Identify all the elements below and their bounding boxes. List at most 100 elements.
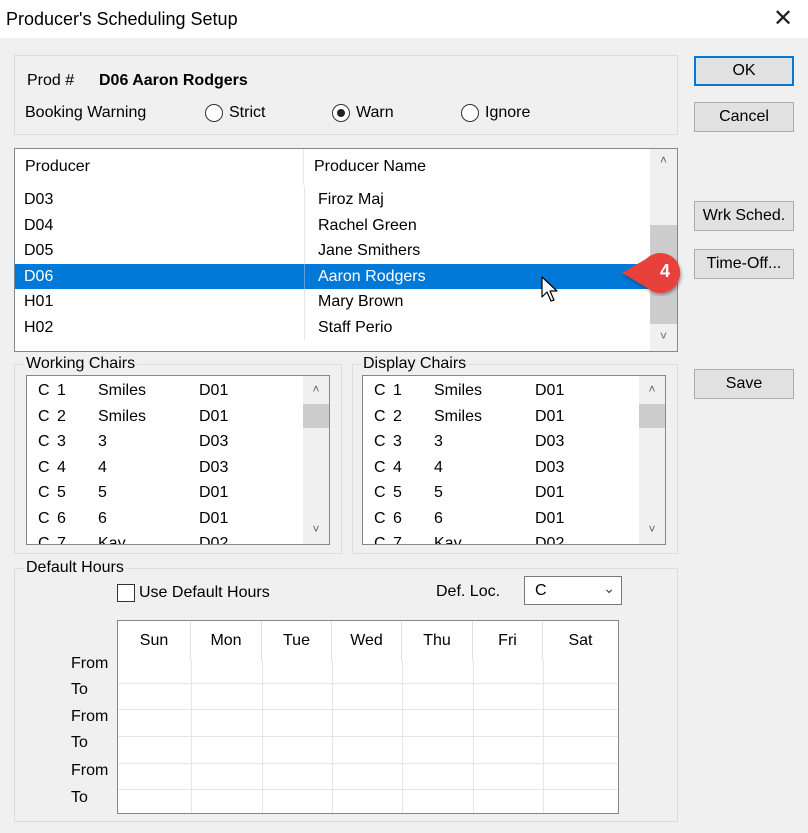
- chair-name: Smiles: [434, 407, 483, 425]
- producer-list[interactable]: Producer Producer Name D03 Firoz Maj D04…: [14, 148, 678, 352]
- table-row[interactable]: D05 Jane Smithers: [15, 238, 648, 264]
- list-item[interactable]: C 2 Smiles D01: [27, 404, 303, 430]
- list-item[interactable]: C 1 Smiles D01: [27, 378, 303, 404]
- list-item[interactable]: C 5 5 D01: [363, 480, 639, 506]
- radio-strict[interactable]: Strict: [205, 104, 265, 122]
- list-item[interactable]: C 3 3 D03: [27, 429, 303, 455]
- list-item[interactable]: C 6 6 D01: [363, 506, 639, 532]
- close-icon[interactable]: ✕: [768, 4, 798, 34]
- chair-name: Smiles: [434, 382, 483, 399]
- def-loc-select[interactable]: C ⌄: [524, 576, 622, 605]
- list-item[interactable]: C 3 3 D03: [363, 429, 639, 455]
- radio-warn[interactable]: Warn: [332, 104, 394, 122]
- chair-producer: D01: [535, 484, 565, 501]
- day-header-sun: Sun: [118, 621, 191, 661]
- chair-name: 4: [434, 458, 443, 476]
- chair-name: 5: [98, 484, 107, 501]
- column-producer[interactable]: Producer: [15, 149, 304, 185]
- chair-name: 6: [434, 509, 443, 527]
- time-off-button[interactable]: Time-Off...: [694, 249, 794, 279]
- chair-name: 5: [434, 484, 443, 501]
- use-default-hours-box[interactable]: [117, 584, 135, 602]
- table-row[interactable]: D04 Rachel Green: [15, 212, 648, 238]
- chevron-down-icon[interactable]: ⌄: [603, 580, 615, 597]
- chair-producer: D03: [199, 458, 229, 476]
- grid-col-divider: [473, 661, 474, 813]
- list-item[interactable]: C 4 4 D03: [27, 455, 303, 481]
- radio-warn-circle[interactable]: [332, 104, 350, 122]
- chair-producer: D01: [199, 509, 229, 527]
- grid-col-divider: [332, 661, 333, 813]
- table-row[interactable]: H02 Staff Perio: [15, 314, 648, 340]
- use-default-hours-checkbox[interactable]: Use Default Hours: [117, 584, 270, 602]
- grid-col-divider: [543, 661, 544, 813]
- scroll-down-icon[interactable]: ˅: [639, 522, 665, 536]
- radio-warn-label: Warn: [356, 104, 394, 121]
- scroll-thumb[interactable]: [639, 404, 665, 428]
- cancel-button[interactable]: Cancel: [694, 102, 794, 132]
- chair-code: C: [374, 484, 386, 501]
- chair-number: 1: [57, 382, 66, 399]
- scroll-down-icon[interactable]: ˅: [303, 522, 329, 536]
- chair-name: 6: [98, 509, 107, 527]
- radio-ignore-circle[interactable]: [461, 104, 479, 122]
- producer-list-scrollbar[interactable]: ˄ ˅: [650, 149, 677, 351]
- ok-button[interactable]: OK: [694, 56, 794, 86]
- list-item[interactable]: C 1 Smiles D01: [363, 378, 639, 404]
- producer-name-cell: Jane Smithers: [304, 238, 648, 264]
- chair-number: 5: [57, 484, 66, 501]
- wrk-sched-button[interactable]: Wrk Sched.: [694, 201, 794, 231]
- scroll-down-icon[interactable]: ˅: [650, 329, 677, 343]
- row-label-to: To: [71, 789, 88, 806]
- save-button[interactable]: Save: [694, 369, 794, 399]
- producer-id-cell: D03: [24, 191, 54, 208]
- working-chairs-scrollbar[interactable]: ˄ ˅: [303, 376, 329, 544]
- list-item[interactable]: C 2 Smiles D01: [363, 404, 639, 430]
- title-bar: Producer's Scheduling Setup ✕: [0, 0, 808, 38]
- radio-strict-label: Strict: [229, 104, 266, 121]
- chair-producer: D03: [535, 433, 565, 450]
- mouse-cursor-icon: [541, 276, 558, 302]
- chair-number: 3: [57, 433, 66, 450]
- chair-number: 1: [393, 382, 402, 399]
- list-item[interactable]: C 7 Kay D02: [27, 531, 303, 545]
- list-item[interactable]: C 6 6 D01: [27, 506, 303, 532]
- booking-warning-label: Booking Warning: [25, 104, 147, 121]
- day-header-thu: Thu: [402, 621, 473, 661]
- use-default-hours-label: Use Default Hours: [139, 584, 270, 601]
- day-header-wed: Wed: [332, 621, 402, 661]
- producer-name-cell: Aaron Rodgers: [304, 263, 648, 289]
- list-item[interactable]: C 4 4 D03: [363, 455, 639, 481]
- chair-code: C: [374, 382, 386, 399]
- chair-code: C: [38, 407, 50, 425]
- radio-strict-circle[interactable]: [205, 104, 223, 122]
- chair-code: C: [374, 433, 386, 450]
- table-row[interactable]: D03 Firoz Maj: [15, 187, 648, 213]
- chair-producer: D02: [199, 535, 229, 545]
- radio-ignore[interactable]: Ignore: [461, 104, 530, 122]
- scroll-thumb[interactable]: [303, 404, 329, 428]
- row-label-from: From: [71, 762, 109, 779]
- scroll-up-icon[interactable]: ˄: [639, 382, 665, 396]
- chair-number: 6: [393, 509, 402, 527]
- list-item[interactable]: C 7 Kay D02: [363, 531, 639, 544]
- chair-number: 2: [393, 407, 402, 425]
- column-producer-name[interactable]: Producer Name: [304, 149, 650, 185]
- chair-code: C: [374, 458, 386, 476]
- chair-code: C: [38, 509, 50, 527]
- chair-number: 3: [393, 433, 402, 450]
- chair-producer: D03: [535, 458, 565, 476]
- default-hours-grid[interactable]: Sun Mon Tue Wed Thu Fri Sat: [117, 620, 619, 814]
- scroll-up-icon[interactable]: ˄: [303, 382, 329, 396]
- grid-col-divider: [402, 661, 403, 813]
- row-label-to: To: [71, 734, 88, 751]
- scroll-up-icon[interactable]: ˄: [650, 153, 677, 167]
- display-chairs-list[interactable]: C 1 Smiles D01 C 2 Smiles D01 C 3 3 D03 …: [362, 375, 666, 545]
- list-item[interactable]: C 5 5 D01: [27, 480, 303, 506]
- working-chairs-list[interactable]: C 1 Smiles D01 C 2 Smiles D01 C 3 3 D03 …: [26, 375, 330, 545]
- chair-number: 5: [393, 484, 402, 501]
- chair-producer: D01: [199, 382, 229, 399]
- display-chairs-scrollbar[interactable]: ˄ ˅: [639, 376, 665, 544]
- chair-producer: D01: [535, 407, 565, 425]
- chair-code: C: [38, 458, 50, 476]
